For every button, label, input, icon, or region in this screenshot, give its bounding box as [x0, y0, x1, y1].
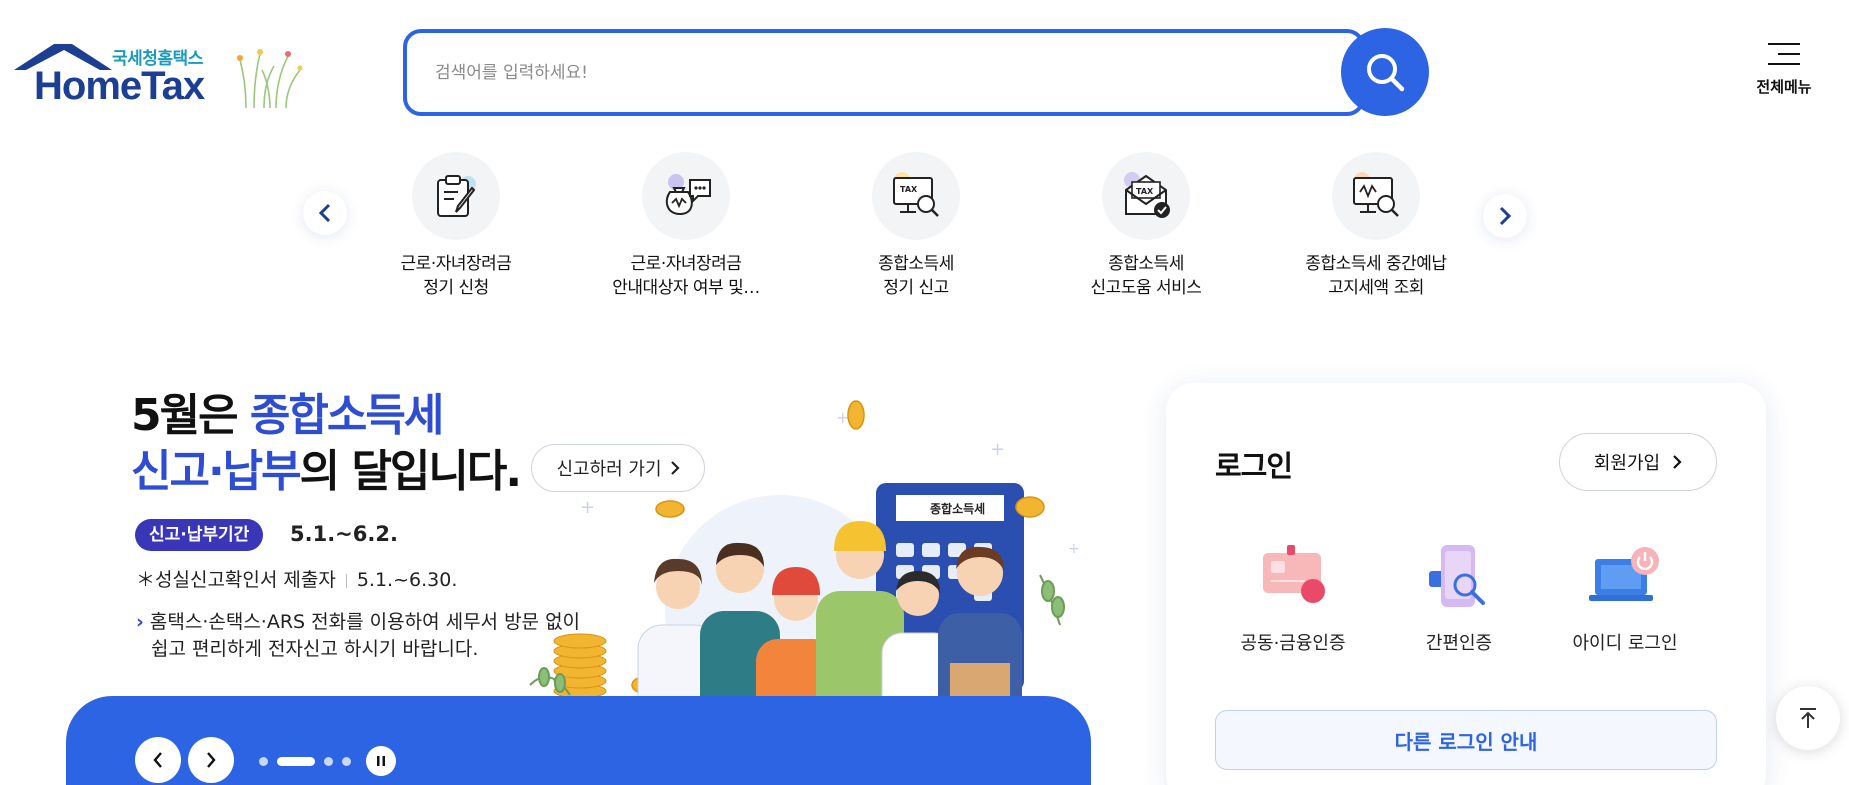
- other-login-guide-button[interactable]: 다른 로그인 안내: [1215, 710, 1717, 770]
- note-line-1: 홈택스·손택스·ARS 전화를 이용하여 세무서 방문 없이: [149, 611, 581, 633]
- all-menu-button[interactable]: 전체메뉴: [1748, 40, 1820, 97]
- join-button[interactable]: 회원가입: [1559, 433, 1717, 491]
- certified-filer-period: 5.1.~6.30.: [356, 569, 458, 591]
- hometax-page: 국세청홈택스 HomeTax 전체메뉴: [0, 0, 1849, 785]
- banner-page-dot[interactable]: [342, 757, 351, 766]
- quick-menu-next-button[interactable]: [1483, 194, 1527, 238]
- certified-filer-note: ＊성실신고확인서 제출자 5.1.~6.30.: [136, 565, 457, 592]
- quick-menu-label-1: 근로·자녀장려금: [630, 254, 742, 274]
- svg-text:TAX: TAX: [900, 185, 918, 194]
- hometax-logo[interactable]: 국세청홈택스 HomeTax: [14, 40, 304, 112]
- login-card: 로그인 회원가입 공동·금융인증 간편인증 아이디 로그인 다른 로그인 안내: [1166, 383, 1766, 785]
- search-input[interactable]: [435, 55, 1315, 91]
- chevron-right-icon: [207, 752, 216, 768]
- banner-prev-button[interactable]: [135, 737, 181, 783]
- svg-text:TAX: TAX: [1136, 187, 1154, 196]
- svg-text:+: +: [1068, 541, 1080, 557]
- login-title: 로그인: [1215, 449, 1293, 483]
- quick-menu-label-1: 종합소득세: [878, 254, 954, 274]
- search-button[interactable]: [1341, 28, 1429, 116]
- banner-title-part: 5월은: [131, 390, 250, 441]
- chevron-right-icon: [1673, 455, 1682, 469]
- phone-search-icon: [1419, 543, 1499, 615]
- svg-text:+: +: [580, 497, 595, 518]
- search-box: [403, 29, 1365, 116]
- hamburger-icon: [1768, 40, 1800, 68]
- banner-title-highlight: 신고·납부: [131, 446, 302, 497]
- banner-title[interactable]: 5월은 종합소득세 신고·납부의 달입니다.: [131, 388, 522, 500]
- certificate-card-icon: [1253, 543, 1333, 615]
- quick-menu-label-1: 종합소득세 중간예납: [1305, 254, 1447, 274]
- quick-menu-label-1: 종합소득세: [1108, 254, 1184, 274]
- certified-filer-label: ＊성실신고확인서 제출자: [136, 569, 336, 591]
- chevron-right-icon: [1499, 206, 1512, 226]
- banner-page-dot[interactable]: [277, 757, 315, 766]
- banner-title-highlight: 종합소득세: [249, 390, 444, 441]
- pause-icon: [377, 756, 385, 766]
- quick-menu-label-2: 정기 신청: [423, 278, 489, 298]
- chevron-left-icon: [318, 203, 331, 223]
- banner-title-part: 의 달입니다.: [299, 446, 522, 497]
- all-menu-label: 전체메뉴: [1756, 78, 1812, 96]
- quick-menu-item-filing-help[interactable]: TAX 종합소득세 신고도움 서비스: [1046, 152, 1246, 300]
- banner-pause-button[interactable]: [366, 746, 396, 776]
- quick-menu-label-2: 안내대상자 여부 및…: [612, 278, 760, 298]
- svg-text:+: +: [990, 439, 1005, 460]
- money-bag-chat-icon: [642, 152, 730, 240]
- quick-menu-label-2: 정기 신고: [883, 278, 949, 298]
- banner-page-dot[interactable]: [259, 757, 268, 766]
- clipboard-pen-icon: [412, 152, 500, 240]
- quick-menu-item-eitc-apply[interactable]: 근로·자녀장려금 정기 신청: [356, 152, 556, 300]
- quick-menu-label-1: 근로·자녀장려금: [400, 254, 512, 274]
- banner-page-dot[interactable]: [324, 757, 333, 766]
- electronic-filing-note: › 홈택스·손택스·ARS 전화를 이용하여 세무서 방문 없이 쉽고 편리하게…: [136, 609, 580, 663]
- note-line-2: 쉽고 편리하게 전자신고 하시기 바랍니다.: [151, 638, 479, 660]
- taxpayers-calculator-illustration: + + + + 종합소득세: [529, 400, 1080, 726]
- quick-menu-label-2: 신고도움 서비스: [1090, 278, 1202, 298]
- tax-envelope-check-icon: TAX: [1102, 152, 1190, 240]
- logo-title: HomeTax: [34, 64, 205, 108]
- login-id-option[interactable]: 아이디 로그인: [1547, 543, 1703, 655]
- grass-flower-icon: [237, 49, 303, 109]
- arrow-up-icon: [1800, 708, 1816, 728]
- tax-monitor-search-icon: TAX: [872, 152, 960, 240]
- calculator-label: 종합소득세: [930, 501, 985, 516]
- quick-menu-item-interim-prepayment[interactable]: 종합소득세 중간예납 고지세액 조회: [1276, 152, 1476, 300]
- period-value: 5.1.~6.2.: [290, 522, 398, 546]
- login-id-label: 아이디 로그인: [1572, 633, 1678, 654]
- join-label: 회원가입: [1593, 453, 1661, 474]
- quick-menu-item-eitc-eligibility[interactable]: 근로·자녀장려금 안내대상자 여부 및…: [586, 152, 786, 300]
- period-badge: 신고·납부기간: [135, 519, 264, 551]
- laptop-power-icon: [1585, 543, 1665, 615]
- login-simple-auth-label: 간편인증: [1425, 633, 1493, 654]
- search-icon: [1367, 54, 1405, 92]
- login-certificate-label: 공동·금융인증: [1240, 633, 1346, 654]
- quick-menu-label-2: 고지세액 조회: [1328, 278, 1424, 298]
- login-certificate-option[interactable]: 공동·금융인증: [1215, 543, 1371, 655]
- scroll-top-button[interactable]: [1776, 686, 1840, 750]
- quick-menu-item-income-tax-filing[interactable]: TAX 종합소득세 정기 신고: [816, 152, 1016, 300]
- chevron-left-icon: [153, 752, 162, 768]
- banner-next-button[interactable]: [188, 737, 234, 783]
- quick-menu-prev-button[interactable]: [303, 191, 347, 235]
- monitor-won-search-icon: [1332, 152, 1420, 240]
- login-simple-auth-option[interactable]: 간편인증: [1381, 543, 1537, 655]
